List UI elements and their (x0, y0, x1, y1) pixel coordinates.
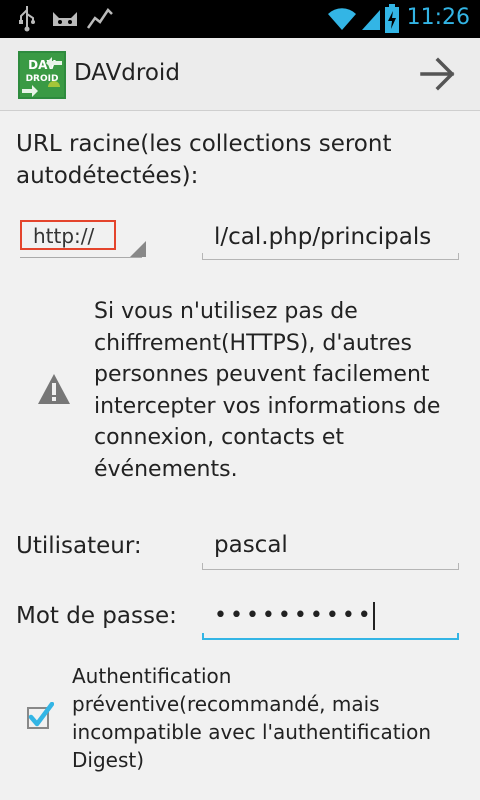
url-value: l/cal.php/principals (214, 224, 432, 250)
usb-icon (19, 6, 35, 32)
app-title: DAVdroid (74, 60, 180, 86)
warning-icon (38, 374, 70, 404)
spinner-underline (20, 257, 142, 258)
scheme-spinner[interactable]: http:// (20, 216, 146, 258)
spinner-dropdown-icon (130, 241, 146, 257)
action-bar: DAV DROID DAVdroid (0, 38, 480, 111)
wifi-icon (328, 8, 356, 30)
activity-icon (86, 8, 113, 29)
url-input[interactable]: l/cal.php/principals (202, 220, 459, 260)
password-value: •••••••••• (214, 603, 374, 628)
password-label: Mot de passe: (16, 603, 177, 629)
user-label: Utilisateur: (16, 533, 142, 559)
davdroid-logo-icon[interactable]: DAV DROID (18, 51, 66, 99)
url-label: URL racine(les collections seront autodé… (16, 131, 392, 189)
arrow-right-icon[interactable] (418, 54, 458, 94)
scheme-selected: http:// (33, 224, 95, 248)
status-time: 11:26 (406, 5, 470, 30)
preemptive-auth-checkbox[interactable] (26, 702, 54, 730)
https-warning-text: Si vous n'utilisez pas de chiffrement(HT… (94, 299, 441, 482)
user-input[interactable]: pascal (202, 528, 459, 570)
battery-charging-icon (385, 4, 399, 33)
preemptive-auth-label[interactable]: Authentification préventive(recommandé, … (72, 662, 467, 774)
status-bar: 11:26 (0, 0, 480, 38)
text-cursor (372, 602, 375, 630)
signal-icon (362, 10, 380, 30)
user-value: pascal (214, 532, 288, 558)
android-debug-icon (53, 12, 77, 26)
password-input[interactable]: •••••••••• (202, 596, 459, 640)
